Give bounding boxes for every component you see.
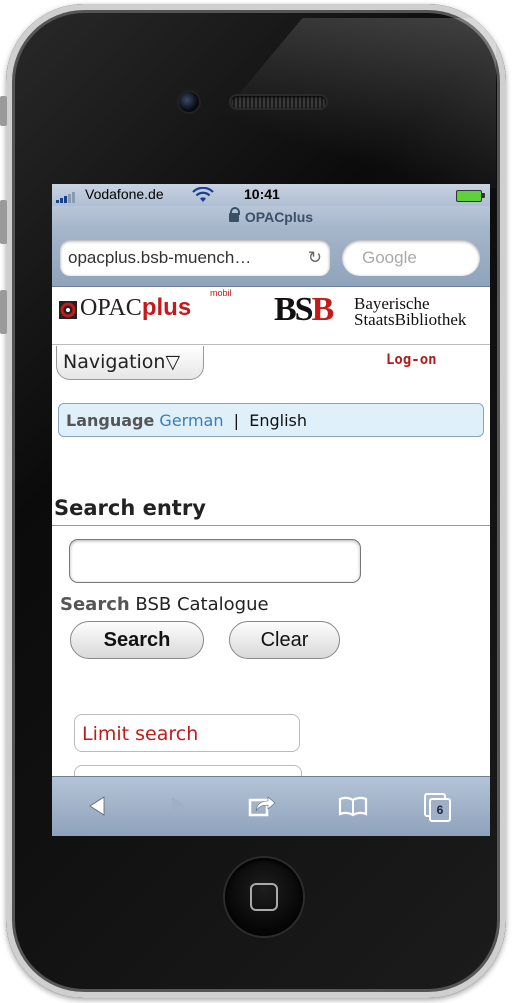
navigation-button[interactable]: Navigation▽ [56,346,204,380]
lock-icon [228,207,240,222]
home-button[interactable] [225,858,303,936]
search-input[interactable] [69,539,361,583]
bsb-name: Bayerische StaatsBibliothek [354,295,467,329]
bsb-logo[interactable]: BSB [274,291,335,329]
opacplus-logo[interactable]: OPACplus mobil [80,288,232,322]
limit-search-button[interactable]: Limit search [74,714,300,752]
search-entry-heading: Search entry [52,496,490,526]
tabs-button[interactable]: 6 [420,791,454,822]
back-icon[interactable] [80,791,114,821]
search-scope-catalogue: BSB Catalogue [135,594,269,615]
language-separator: | [233,411,240,430]
url-text: opacplus.bsb-muench… [68,248,252,267]
browser-address-bar: opacplus.bsb-muench… ↻ Google [52,228,490,287]
logo-plus-text: plus [141,294,192,321]
bookmarks-icon[interactable] [336,791,370,821]
search-button[interactable]: Search [70,621,204,659]
carrier-name: Vodafone.de [85,186,164,202]
phone-screen: Vodafone.de 10:41 OPACplus opacplus.bsb-… [52,184,490,836]
forward-icon[interactable] [162,791,196,821]
language-bar: Language German | English [58,403,484,437]
volume-down-button[interactable] [0,290,7,334]
battery-icon [456,190,485,202]
site-header: OPACplus mobil BSB Bayerische StaatsBibl… [52,286,490,345]
browser-search-field[interactable]: Google [342,240,480,276]
home-square-icon [250,883,278,911]
mute-switch[interactable] [0,96,7,126]
logo-opac-text: OPAC [80,295,142,321]
url-field[interactable]: opacplus.bsb-muench… ↻ [60,240,330,276]
opac-logo-icon [59,301,77,319]
signal-bars-icon [56,192,75,203]
logo-mobil-text: mobil [210,288,232,298]
earpiece-speaker [231,96,326,108]
bsb-logo-letters: BS [274,291,314,328]
bsb-name-line2: StaatsBibliothek [354,310,467,329]
browser-toolbar: 6 [52,776,490,836]
clock: 10:41 [244,186,280,202]
language-german-link[interactable]: German [159,411,223,430]
volume-up-button[interactable] [0,200,7,244]
search-scope: Search BSB Catalogue [60,594,269,615]
search-scope-label: Search [60,594,130,615]
status-bar: Vodafone.de 10:41 [52,184,490,206]
language-label: Language [66,411,155,430]
bsb-logo-red-letter: B [311,291,335,328]
language-english: English [249,411,308,430]
clear-button[interactable]: Clear [229,621,340,659]
share-icon[interactable] [244,791,278,821]
front-camera [179,92,199,112]
tabs-count-icon: 6 [429,798,451,822]
logon-link[interactable]: Log-on [386,352,437,368]
wifi-icon [192,187,214,202]
browser-title-bar: OPACplus [52,206,490,228]
reload-icon[interactable]: ↻ [308,240,322,276]
page-title: OPACplus [244,209,314,225]
